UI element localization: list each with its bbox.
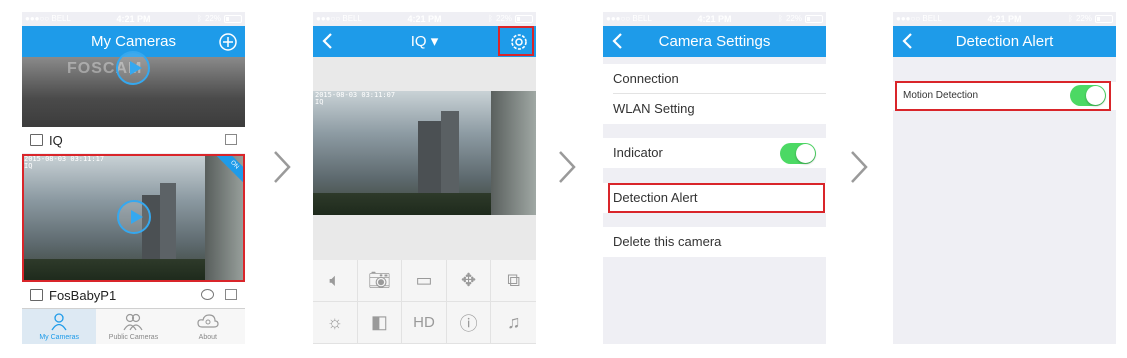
page-title: Camera Settings [658,33,771,50]
highlight-box [498,26,534,56]
tab-label: Public Cameras [108,334,159,341]
chat-icon[interactable] [201,289,214,300]
detection-alert-screen: ●●●○○ BELL 4:21 PM ᛒ 22% Detection Alert … [893,12,1116,344]
edit-icon[interactable] [30,134,43,146]
bluetooth-icon: ᛒ [1068,14,1073,23]
connection-row[interactable]: Connection [603,64,826,94]
battery-percent: 22% [204,14,221,23]
tutorial-stage: ●●●○○ BELL 4:21 PM ᛒ 22% My Cameras FOSCA… [0,0,1127,358]
bluetooth-icon: ᛒ [488,14,493,23]
camera-label-fosbaby[interactable]: FosBabyP1 [22,282,245,308]
settings-group-network: Connection WLAN Setting [603,64,826,124]
cloud-icon [197,314,219,328]
ptz-icon[interactable]: ✥ [446,260,492,302]
play-icon[interactable] [116,51,150,85]
tab-label: About [198,334,217,341]
night-mode-icon[interactable]: ☼ [313,302,358,344]
tab-public-cameras[interactable]: Public Cameras [96,309,170,344]
hd-button[interactable]: HD [402,302,447,344]
settings-group-delete: Delete this camera [603,227,826,257]
battery-percent: 22% [1075,14,1092,23]
navbar: Detection Alert [893,26,1116,57]
wlan-setting-row[interactable]: WLAN Setting [603,94,826,124]
delete-camera-row[interactable]: Delete this camera [603,227,826,257]
gallery-icon[interactable] [225,134,237,145]
mirror-flip-icon[interactable]: ◧ [357,302,403,344]
battery-icon [224,15,242,23]
camera-label-iq[interactable]: IQ [22,127,245,153]
add-camera-icon[interactable] [217,31,239,53]
status-bar: ●●●○○ BELL 4:21 PM ᛒ 22% [22,12,245,26]
camera-name: IQ [49,133,63,148]
bluetooth-icon: ᛒ [197,14,202,23]
chevron-right-icon [559,151,576,183]
status-bar: ●●●○○ BELL 4:21 PM ᛒ 22% [603,12,826,26]
tab-bar: My Cameras Public Cameras About [22,308,245,344]
my-cameras-screen: ●●●○○ BELL 4:21 PM ᛒ 22% My Cameras FOSCA… [22,12,245,344]
live-video[interactable]: 2015-08-03 03:11:07 IQ [313,91,536,215]
camera-feed-foscam[interactable]: FOSCAM [22,51,245,127]
chevron-right-icon [851,151,868,183]
music-icon[interactable]: ♫ [491,302,536,344]
page-title: Detection Alert [955,33,1054,50]
live-view-screen: ●●●○○ BELL 4:21 PM ᛒ 22% IQ ▾ 2015-08-03 … [313,12,536,344]
settings-group-indicator: Indicator [603,138,826,168]
tab-label: My Cameras [39,334,79,341]
edit-icon[interactable] [30,289,43,301]
bluetooth-icon: ᛒ [778,14,783,23]
indicator-row: Indicator [603,138,826,168]
camera-settings-screen: ●●●○○ BELL 4:21 PM ᛒ 22% Camera Settings … [603,12,826,344]
status-bar: ●●●○○ BELL 4:21 PM ᛒ 22% [313,12,536,26]
highlight-box [608,183,825,213]
tab-about[interactable]: About [171,309,245,344]
person-icon [51,313,67,331]
status-bar: ●●●○○ BELL 4:21 PM ᛒ 22% [893,12,1116,26]
chevron-right-icon [274,151,291,183]
battery-percent: 22% [495,14,512,23]
speaker-icon[interactable]: 🔈︎ [313,260,358,302]
highlight-box [895,81,1111,111]
tab-my-cameras[interactable]: My Cameras [22,309,97,344]
highlight-box [22,154,245,282]
people-icon [123,313,143,331]
battery-icon [515,15,533,23]
alert-icon[interactable]: ⓘ [446,302,492,344]
camera-name: FosBabyP1 [49,288,117,303]
battery-icon [1095,15,1113,23]
gallery-icon[interactable] [225,289,237,300]
preset-icon[interactable]: ⧉ [491,260,536,302]
navbar: Camera Settings [603,26,826,57]
record-icon[interactable]: ▭ [402,260,447,302]
battery-percent: 22% [785,14,802,23]
battery-icon [805,15,823,23]
feed-timestamp: 2015-08-03 03:11:07 IQ [315,91,396,106]
control-grid: 🔈︎ 📷︎ ▭ ✥ ⧉ ☼ ◧ HD ⓘ ♫ [313,260,536,344]
camera-snapshot-icon[interactable]: 📷︎ [357,260,403,302]
indicator-toggle[interactable] [780,143,816,164]
